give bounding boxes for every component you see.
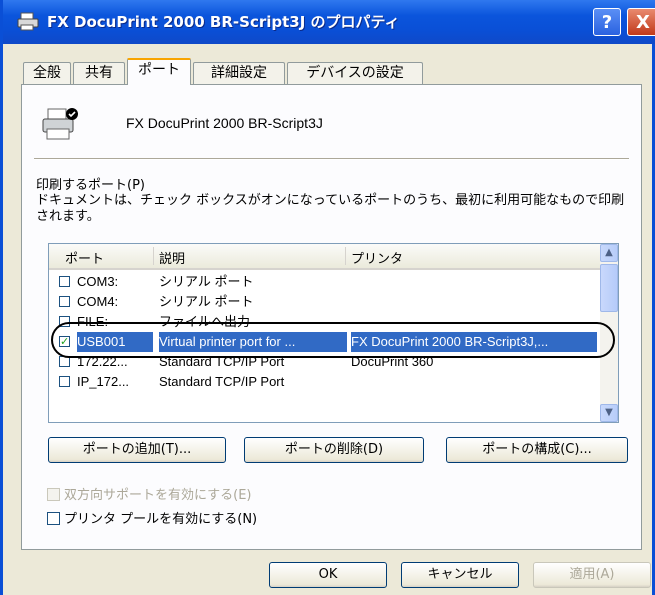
port-description: ファイルへ出力 <box>159 314 251 329</box>
port-row-com3[interactable]: COM3: シリアル ポート <box>49 272 600 292</box>
port-description: シリアル ポート <box>159 294 254 309</box>
port-name: COM4: <box>77 294 119 309</box>
add-port-button[interactable]: ポートの追加(T)... <box>48 437 226 463</box>
bidirectional-support-checkbox[interactable]: 双方向サポートを有効にする(E) <box>47 488 252 504</box>
column-header-description[interactable]: 説明 <box>159 248 185 267</box>
port-checkbox[interactable] <box>59 376 70 387</box>
port-row-file[interactable]: FILE: ファイルへ出力 <box>49 312 600 332</box>
port-row-com4[interactable]: COM4: シリアル ポート <box>49 292 600 312</box>
column-divider[interactable] <box>345 247 346 265</box>
scrollbar-thumb[interactable] <box>600 264 618 312</box>
port-name: IP_172... <box>77 374 130 389</box>
port-checkbox-checked[interactable]: ✓ <box>59 336 70 347</box>
port-checkbox[interactable] <box>59 296 70 307</box>
port-description: シリアル ポート <box>159 274 254 289</box>
port-list-header: ポート 説明 プリンタ <box>49 244 600 270</box>
scroll-up-arrow-icon[interactable]: ▲ <box>600 244 618 262</box>
port-name: 172.22... <box>77 354 128 369</box>
printer-name: FX DocuPrint 2000 BR-Script3J <box>126 115 323 131</box>
ports-tab-panel: FX DocuPrint 2000 BR-Script3J 印刷するポート(P)… <box>21 84 642 550</box>
tab-device-settings[interactable]: デバイスの設定 <box>287 62 423 84</box>
printer-icon <box>42 108 78 140</box>
port-description: Virtual printer port for ... <box>159 332 347 352</box>
bidirectional-support-label: 双方向サポートを有効にする(E) <box>64 488 252 503</box>
delete-port-button[interactable]: ポートの削除(D) <box>244 437 424 463</box>
printer-pool-checkbox[interactable]: プリンタ プールを有効にする(N) <box>47 512 257 528</box>
tab-ports[interactable]: ポート <box>127 58 191 85</box>
port-printer: FX DocuPrint 2000 BR-Script3J,... <box>351 332 597 352</box>
port-description: Standard TCP/IP Port <box>159 374 285 389</box>
port-row-tcpip-1[interactable]: 172.22... Standard TCP/IP Port DocuPrint… <box>49 352 600 372</box>
properties-dialog: FX DocuPrint 2000 BR-Script3J のプロパティ ? X… <box>0 0 655 595</box>
port-checkbox[interactable] <box>59 316 70 327</box>
port-row-usb001[interactable]: ✓ USB001 Virtual printer port for ... FX… <box>49 332 600 352</box>
port-description: Standard TCP/IP Port <box>159 354 285 369</box>
printer-pool-label: プリンタ プールを有効にする(N) <box>64 512 258 527</box>
port-name: FILE: <box>77 314 109 329</box>
port-checkbox[interactable] <box>59 276 70 287</box>
ports-description: ドキュメントは、チェック ボックスがオンになっているポートのうち、最初に利用可能… <box>36 193 625 224</box>
ports-heading: 印刷するポート(P) <box>36 178 145 193</box>
printer-icon <box>17 12 39 31</box>
apply-button[interactable]: 適用(A) <box>533 562 651 588</box>
separator <box>34 158 629 160</box>
tab-sharing[interactable]: 共有 <box>73 62 125 84</box>
tab-general[interactable]: 全般 <box>23 62 71 84</box>
checkbox-box[interactable] <box>47 488 60 501</box>
column-divider[interactable] <box>153 247 154 265</box>
tab-advanced[interactable]: 詳細設定 <box>193 62 285 84</box>
ok-button[interactable]: OK <box>269 562 387 588</box>
port-list[interactable]: ポート 説明 プリンタ COM3: シリアル ポート COM4: シリアル ポー… <box>48 243 619 423</box>
title-bar[interactable]: FX DocuPrint 2000 BR-Script3J のプロパティ ? X <box>3 0 655 44</box>
port-row-tcpip-2[interactable]: IP_172... Standard TCP/IP Port <box>49 372 600 392</box>
scroll-down-arrow-icon[interactable]: ▼ <box>600 404 618 422</box>
port-name: COM3: <box>77 274 119 289</box>
checkbox-box[interactable] <box>47 512 60 525</box>
vertical-scrollbar[interactable]: ▲ ▼ <box>600 244 618 422</box>
close-button[interactable]: X <box>627 8 655 36</box>
port-checkbox[interactable] <box>59 356 70 367</box>
configure-port-button[interactable]: ポートの構成(C)... <box>446 437 628 463</box>
cancel-button[interactable]: キャンセル <box>401 562 519 588</box>
column-header-port[interactable]: ポート <box>65 248 104 267</box>
window-title: FX DocuPrint 2000 BR-Script3J のプロパティ <box>47 13 400 31</box>
port-printer: DocuPrint 360 <box>351 354 434 369</box>
port-name: USB001 <box>77 332 153 352</box>
help-button[interactable]: ? <box>593 8 621 36</box>
column-header-printer[interactable]: プリンタ <box>351 248 403 267</box>
